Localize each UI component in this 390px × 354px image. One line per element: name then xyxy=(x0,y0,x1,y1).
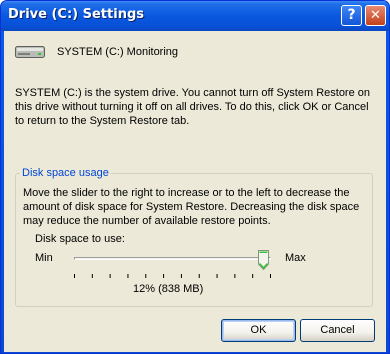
window-title: Drive (C:) Settings xyxy=(8,7,144,22)
disk-usage-instructions: Move the slider to the right to increase… xyxy=(23,187,360,227)
settings-dialog: Drive (C:) Settings ? ✕ SYSTEM (C:) Moni… xyxy=(0,0,390,354)
hard-drive-icon xyxy=(15,46,45,58)
description-text: SYSTEM (C:) is the system drive. You can… xyxy=(15,87,371,127)
slider-thumb[interactable] xyxy=(257,250,269,270)
cancel-button[interactable]: Cancel xyxy=(300,319,375,342)
drive-label: SYSTEM (C:) Monitoring xyxy=(57,46,179,58)
slider-label: Disk space to use: xyxy=(35,233,125,245)
help-button[interactable]: ? xyxy=(341,5,362,26)
min-label: Min xyxy=(35,252,53,264)
max-label: Max xyxy=(285,252,306,264)
usage-value: 12% (838 MB) xyxy=(133,283,204,295)
group-title: Disk space usage xyxy=(20,167,111,179)
title-bar[interactable]: Drive (C:) Settings ? ✕ xyxy=(1,1,389,31)
close-button[interactable]: ✕ xyxy=(365,5,386,26)
slider-ticks xyxy=(74,274,271,278)
disk-space-slider-track[interactable] xyxy=(74,257,271,260)
ok-button[interactable]: OK xyxy=(221,319,296,342)
dialog-body: SYSTEM (C:) Monitoring SYSTEM (C:) is th… xyxy=(4,31,386,352)
